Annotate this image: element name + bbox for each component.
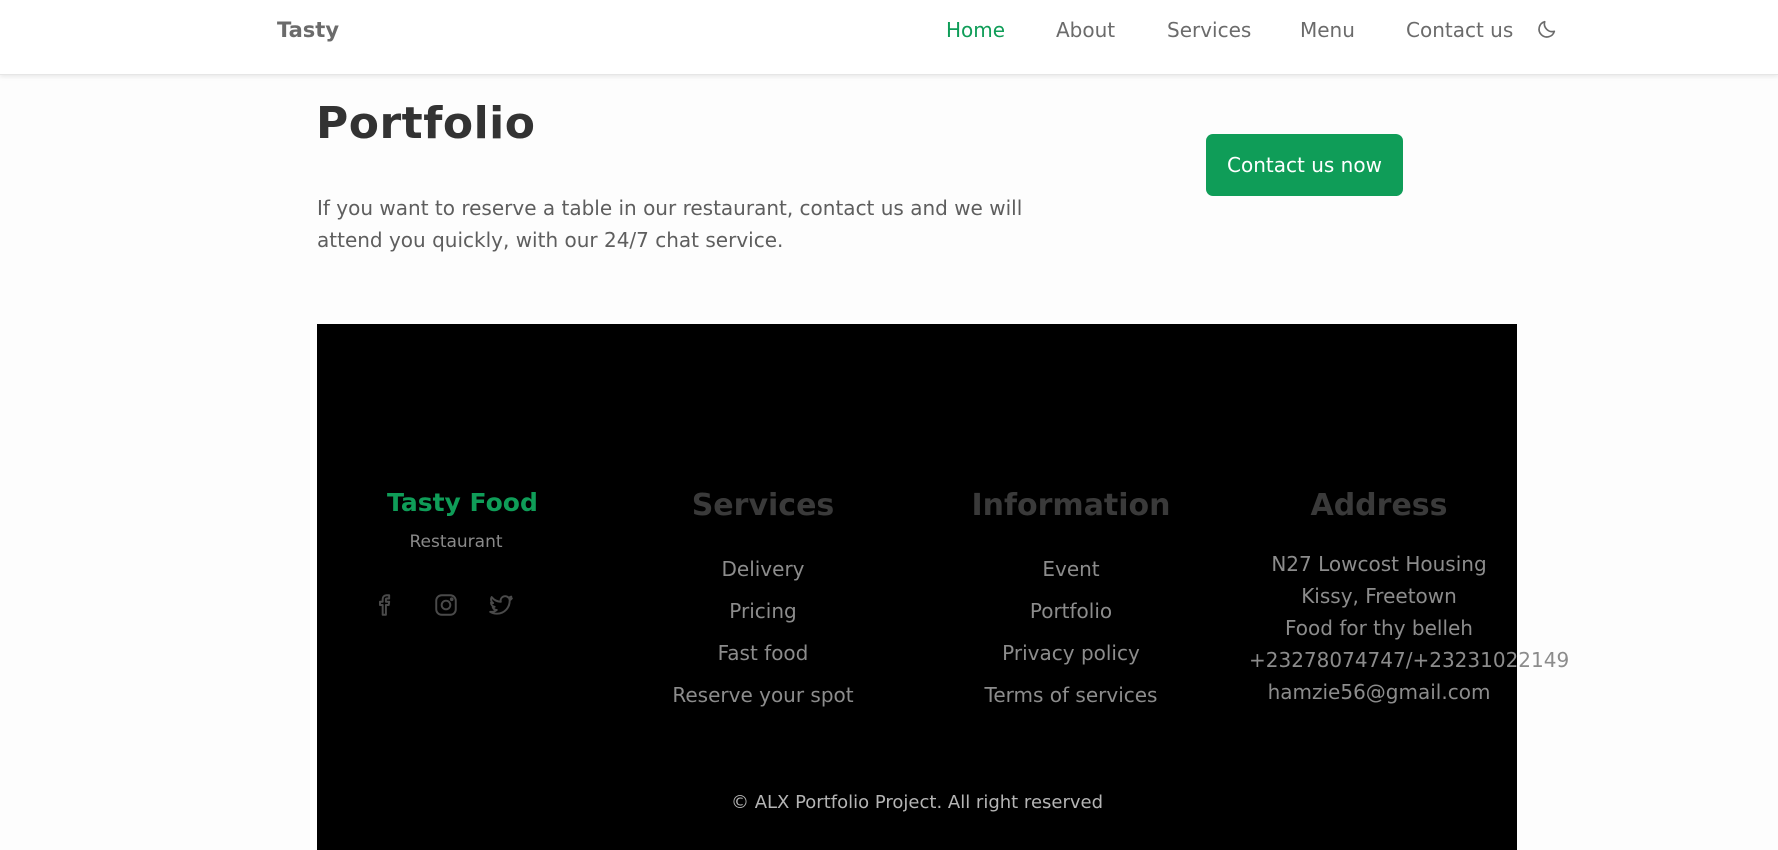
address-street: N27 Lowcost Housing Kissy, Freetown <box>1271 552 1487 608</box>
footer-services-column: Services Delivery Pricing Fast food Rese… <box>633 488 893 716</box>
moon-icon[interactable] <box>1536 18 1558 40</box>
address-phone: +23278074747/+23231022149 <box>1249 648 1570 672</box>
footer-information-column: Information Event Portfolio Privacy poli… <box>941 488 1201 716</box>
main-nav: Home About Services Menu Contact us <box>0 18 1778 48</box>
footer-brand-title: Tasty Food <box>387 488 538 517</box>
nav-about[interactable]: About <box>1056 18 1115 42</box>
copyright-text: © ALX Portfolio Project. All right reser… <box>730 792 1104 813</box>
footer-link-fast-food[interactable]: Fast food <box>633 632 893 674</box>
address-tagline: Food for thy belleh <box>1285 616 1473 640</box>
nav-services[interactable]: Services <box>1167 18 1251 42</box>
footer-link-reserve-spot[interactable]: Reserve your spot <box>633 674 893 716</box>
page-title: Portfolio <box>316 98 536 149</box>
footer-link-event[interactable]: Event <box>941 548 1201 590</box>
intro-text: If you want to reserve a table in our re… <box>317 196 1023 252</box>
footer-link-delivery[interactable]: Delivery <box>633 548 893 590</box>
footer-link-portfolio[interactable]: Portfolio <box>941 590 1201 632</box>
address-email: hamzie56@gmail.com <box>1267 680 1491 704</box>
nav-menu[interactable]: Menu <box>1300 18 1355 42</box>
footer: Tasty Food Restaurant Services Delivery … <box>317 324 1570 850</box>
footer-address-column: Address N27 Lowcost Housing Kissy, Freet… <box>1249 488 1570 708</box>
top-navbar: Tasty Home About Services Menu Contact u… <box>0 0 1778 75</box>
footer-link-privacy-policy[interactable]: Privacy policy <box>941 632 1201 674</box>
footer-address-heading: Address <box>1310 488 1448 523</box>
footer-brand-subtitle: Restaurant <box>409 532 503 552</box>
footer-information-heading: Information <box>971 488 1171 523</box>
contact-us-now-button[interactable]: Contact us now <box>1206 134 1403 196</box>
nav-contact-us[interactable]: Contact us <box>1406 18 1513 42</box>
twitter-icon[interactable] <box>488 592 514 618</box>
footer-link-terms[interactable]: Terms of services <box>941 674 1201 716</box>
footer-link-pricing[interactable]: Pricing <box>633 590 893 632</box>
footer-services-heading: Services <box>691 488 835 523</box>
instagram-icon[interactable] <box>433 592 459 618</box>
facebook-icon[interactable] <box>374 592 400 618</box>
nav-home[interactable]: Home <box>946 18 1005 42</box>
